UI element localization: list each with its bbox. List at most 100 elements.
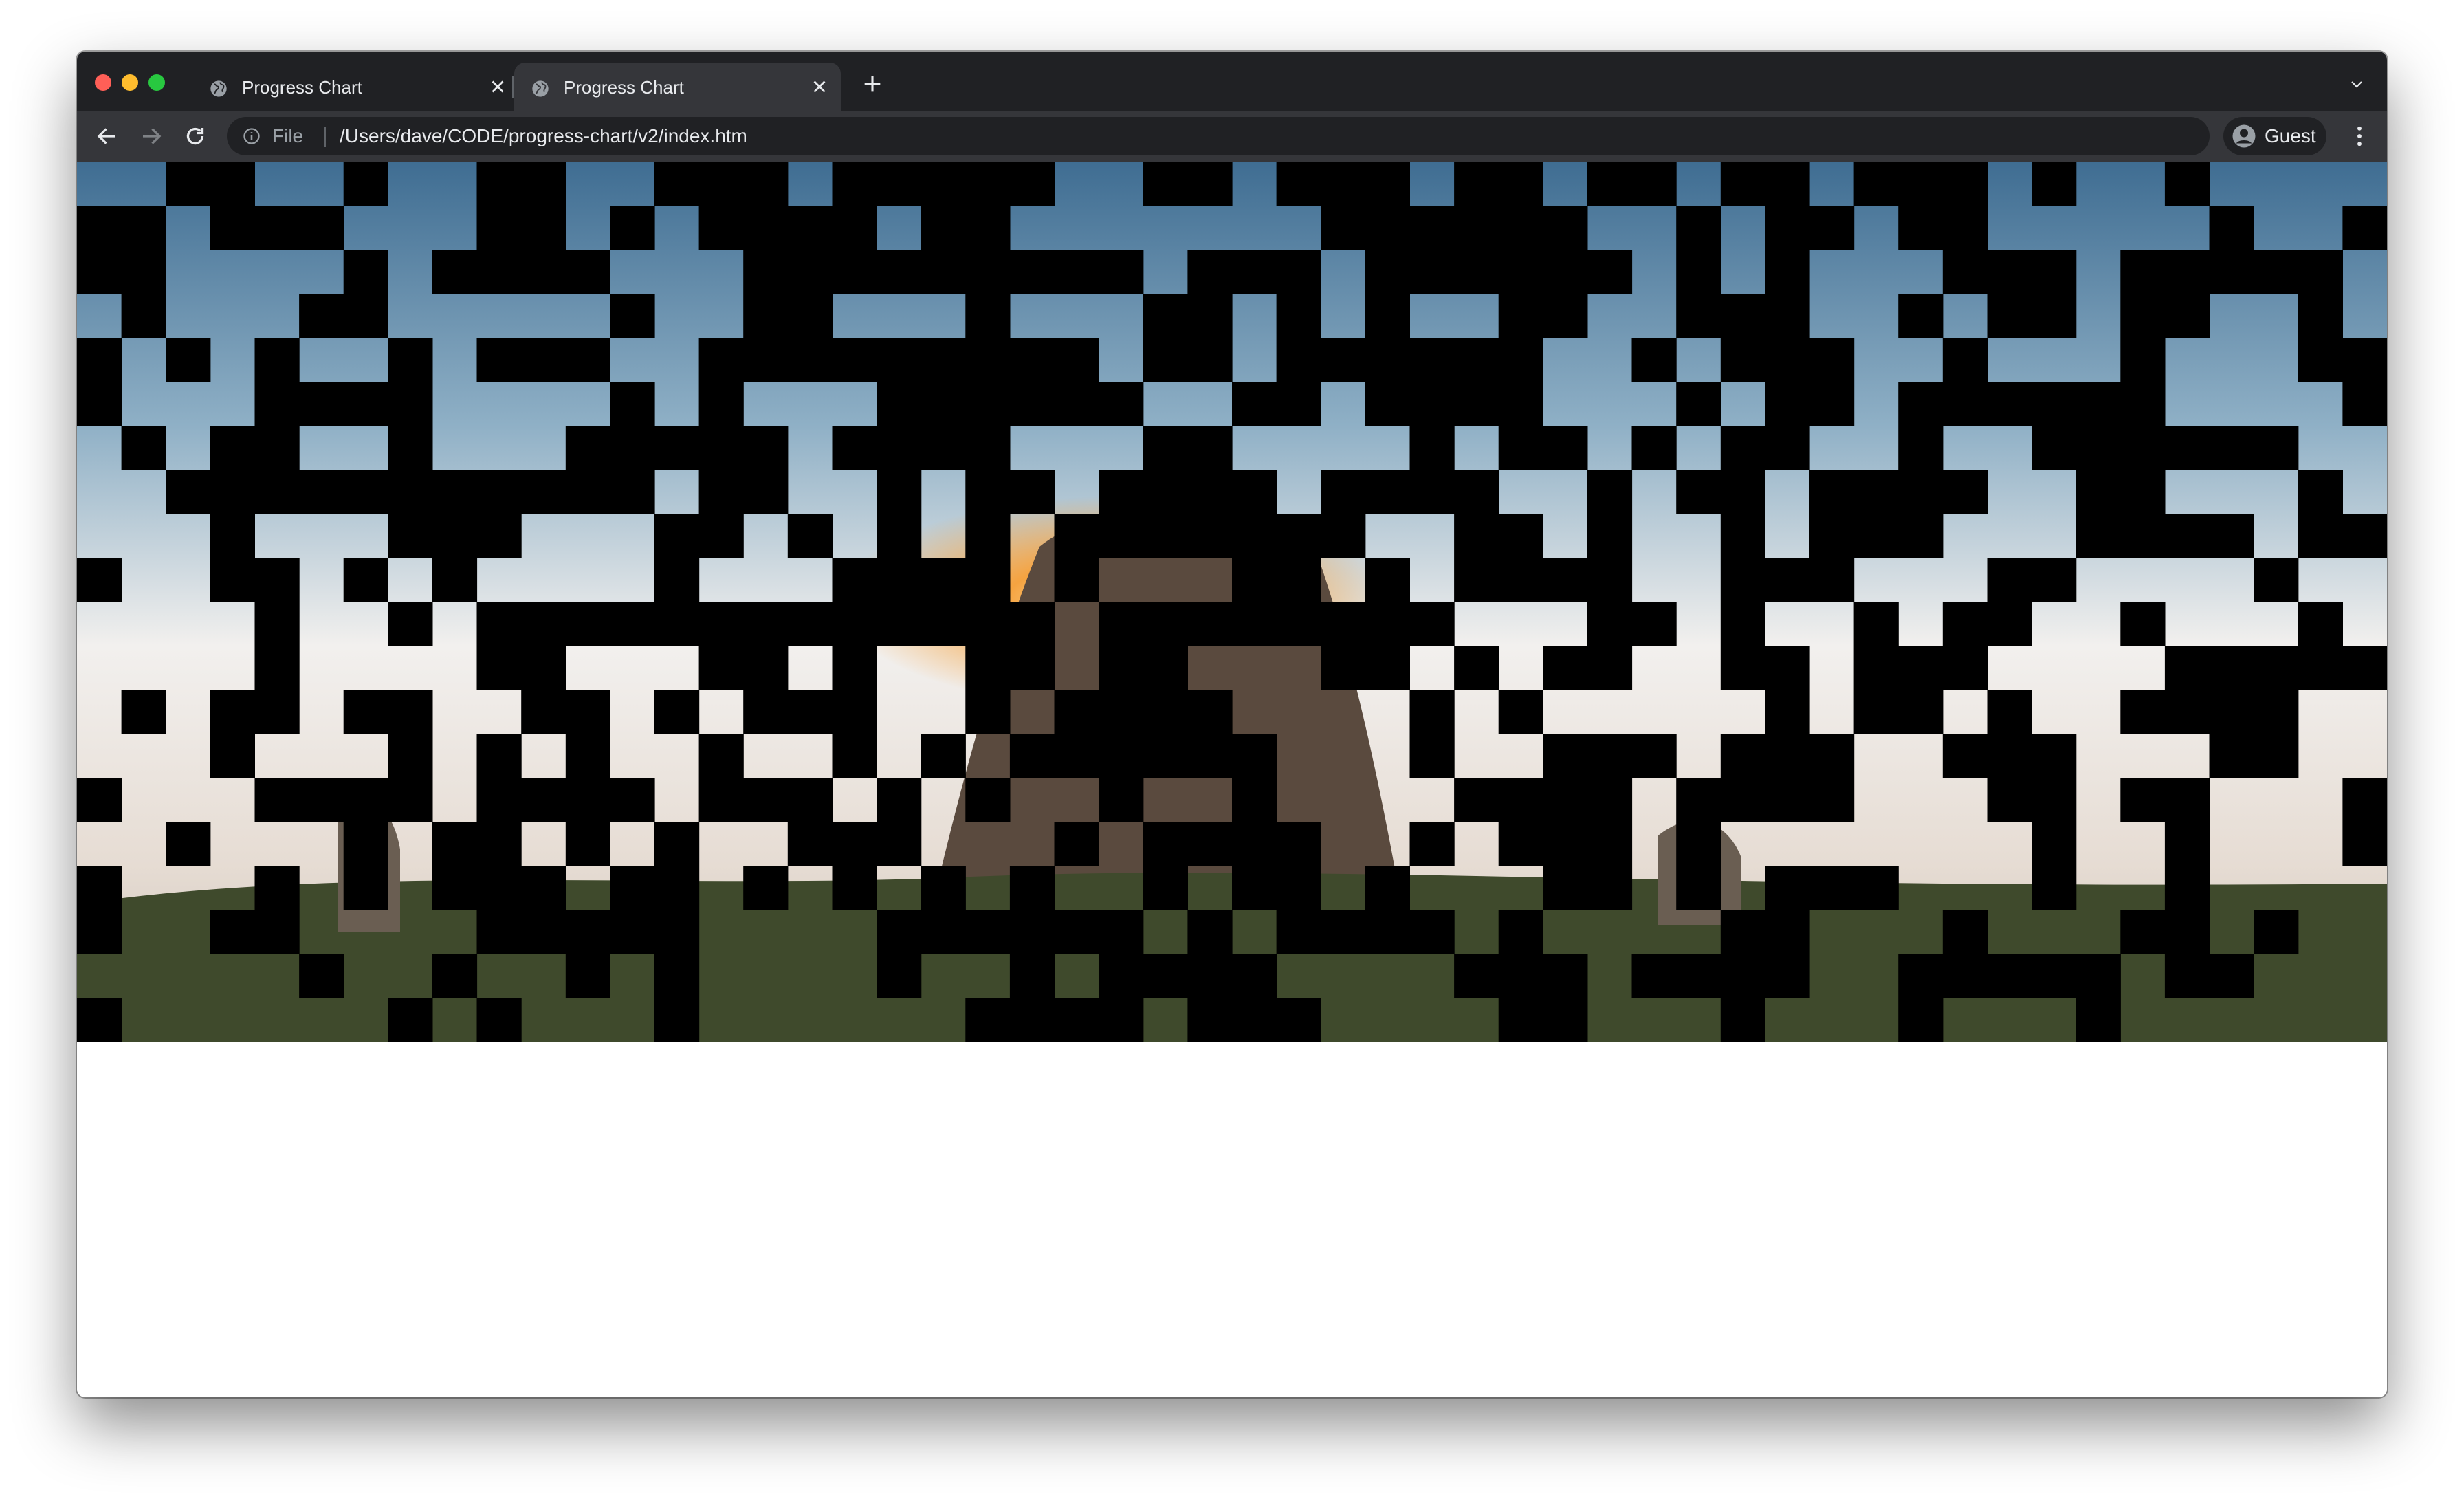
black-tile — [1454, 470, 1499, 514]
black-tile — [1365, 162, 1410, 206]
black-tile — [698, 382, 744, 426]
black-tile — [1498, 998, 1543, 1042]
black-tile — [210, 470, 255, 514]
black-tile — [476, 734, 522, 778]
black-tile — [1498, 822, 1543, 866]
black-tile — [743, 250, 789, 294]
black-tile — [254, 426, 300, 470]
black-tile — [521, 250, 566, 294]
black-tile — [1454, 206, 1499, 250]
black-tile — [2032, 294, 2077, 338]
tiled-landscape-image — [77, 162, 2387, 1042]
black-tile — [388, 602, 433, 646]
black-tile — [965, 382, 1011, 426]
black-tile — [1009, 470, 1055, 514]
black-tile — [743, 470, 789, 514]
black-tile — [2342, 514, 2387, 558]
black-tile — [787, 690, 833, 734]
black-tile — [1898, 646, 1944, 690]
black-tile — [1143, 602, 1188, 646]
arrow-left-icon[interactable] — [95, 124, 120, 149]
url-text[interactable]: /Users/dave/CODE/progress-chart/v2/index… — [340, 125, 747, 147]
black-tile — [1676, 954, 1722, 998]
black-tile — [1365, 382, 1410, 426]
black-tile — [1854, 602, 1899, 646]
minimize-window-button[interactable] — [122, 74, 138, 91]
black-tile — [77, 338, 122, 382]
black-tile — [1187, 294, 1233, 338]
black-tile — [2120, 690, 2166, 734]
plus-icon[interactable] — [861, 72, 884, 96]
black-tile — [77, 910, 122, 954]
black-tile — [1676, 778, 1722, 822]
black-tile — [1276, 822, 1321, 866]
black-tile — [388, 426, 433, 470]
tab-strip: Progress Chart Progress Chart — [77, 52, 2387, 111]
black-tile — [654, 910, 700, 954]
tab-progress-chart-2[interactable]: Progress Chart — [514, 63, 841, 111]
black-tile — [2298, 470, 2343, 514]
black-tile — [2076, 954, 2121, 998]
black-tile — [210, 558, 255, 602]
black-tile — [1409, 470, 1455, 514]
black-tile — [299, 206, 344, 250]
black-tile — [565, 734, 610, 778]
black-tile — [1365, 910, 1410, 954]
black-tile — [1454, 382, 1499, 426]
black-tile — [2164, 294, 2210, 338]
black-tile — [2032, 734, 2077, 778]
black-tile — [2032, 778, 2077, 822]
black-tile — [521, 470, 566, 514]
black-tile — [565, 690, 610, 734]
black-tile — [432, 514, 478, 558]
kebab-menu-icon[interactable] — [2350, 124, 2369, 149]
black-tile — [1720, 558, 1766, 602]
black-tile — [1054, 910, 1099, 954]
zoom-window-button[interactable] — [148, 74, 165, 91]
black-tile — [1276, 602, 1321, 646]
black-tile — [1720, 602, 1766, 646]
black-tile — [610, 426, 655, 470]
black-tile — [743, 866, 789, 910]
black-tile — [476, 778, 522, 822]
black-tile — [121, 690, 166, 734]
close-icon[interactable] — [487, 76, 508, 97]
black-tile — [1099, 470, 1144, 514]
black-tile — [1765, 250, 1810, 294]
info-icon[interactable] — [242, 127, 261, 146]
black-tile — [77, 998, 122, 1042]
black-tile — [476, 338, 522, 382]
black-tile — [2032, 866, 2077, 910]
profile-button[interactable]: Guest — [2223, 117, 2326, 155]
black-tile — [965, 646, 1011, 690]
black-tile — [1898, 470, 1944, 514]
black-tile — [1276, 250, 1321, 294]
black-tile — [1942, 206, 1988, 250]
black-tile — [1454, 162, 1499, 206]
reload-icon[interactable] — [183, 124, 208, 149]
black-tile — [1587, 162, 1633, 206]
black-tile — [1454, 250, 1499, 294]
black-tile — [1276, 910, 1321, 954]
black-tile — [166, 162, 211, 206]
black-tile — [1498, 910, 1543, 954]
black-tile — [565, 822, 610, 866]
black-tile — [476, 514, 522, 558]
close-window-button[interactable] — [95, 74, 111, 91]
black-tile — [1676, 866, 1722, 910]
black-tile — [1765, 558, 1810, 602]
tab-progress-chart-1[interactable]: Progress Chart — [192, 63, 519, 111]
address-bar[interactable]: File /Users/dave/CODE/progress-chart/v2/… — [227, 117, 2210, 155]
black-tile — [1276, 514, 1321, 558]
black-tile — [1587, 250, 1633, 294]
arrow-right-icon[interactable] — [139, 124, 164, 149]
black-tile — [1187, 162, 1233, 206]
black-tile — [565, 602, 610, 646]
black-tile — [1276, 998, 1321, 1042]
black-tile — [965, 690, 1011, 734]
chevron-down-icon[interactable] — [2347, 76, 2366, 93]
black-tile — [432, 866, 478, 910]
black-tile — [1409, 206, 1455, 250]
black-tile — [610, 866, 655, 910]
close-icon[interactable] — [809, 76, 830, 97]
